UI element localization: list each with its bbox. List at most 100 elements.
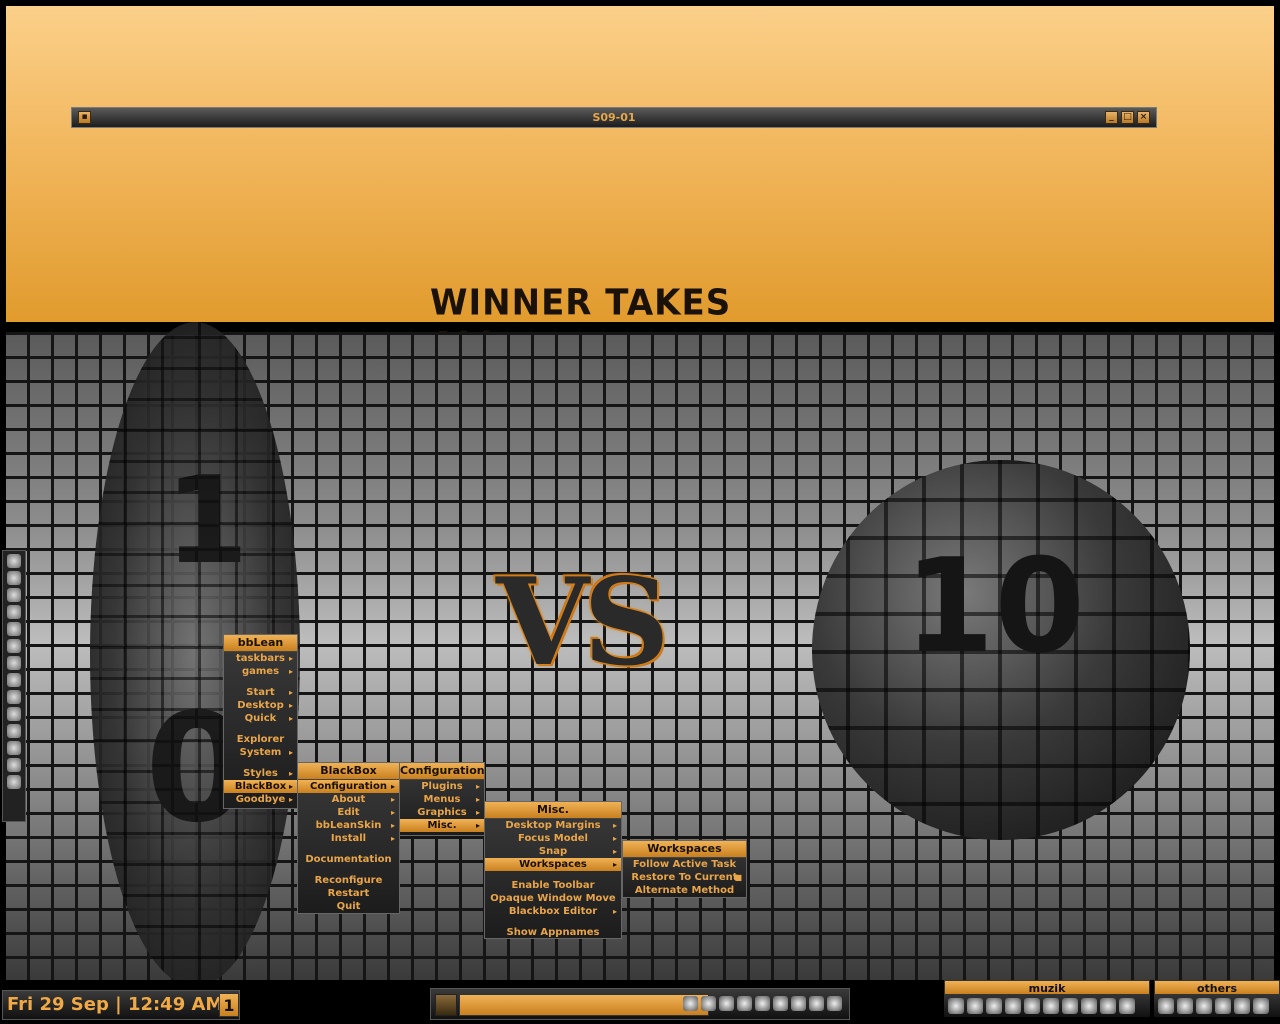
- spiral-icon[interactable]: [948, 998, 964, 1014]
- menu-item-focus-model[interactable]: Focus Model ▸: [485, 832, 621, 845]
- smiley-icon[interactable]: [719, 996, 734, 1011]
- bike-icon[interactable]: [1024, 998, 1040, 1014]
- blackbox-menu: BlackBox Configuration ▸ About ▸ Edit ▸ bbLeanS…: [297, 762, 400, 914]
- sound-icon[interactable]: [827, 996, 842, 1011]
- menu-item-install[interactable]: Install ▸: [298, 832, 399, 845]
- menu-separator: [224, 678, 297, 686]
- menu-item-taskbars[interactable]: taskbars ▸: [224, 652, 297, 665]
- clipboard-icon[interactable]: [1196, 998, 1212, 1014]
- music-icon[interactable]: [7, 622, 21, 636]
- submenu-arrow-icon: ▸: [390, 808, 395, 817]
- disc-icon[interactable]: [7, 741, 21, 755]
- menu-item-games[interactable]: games ▸: [224, 665, 297, 678]
- archive-icon[interactable]: [7, 673, 21, 687]
- menu-item-label: Explorer: [236, 734, 285, 745]
- dot-icon[interactable]: [1005, 998, 1021, 1014]
- menu-item-documentation[interactable]: Documentation: [298, 853, 399, 866]
- smiley-icon[interactable]: [7, 775, 21, 789]
- window-title: S09-01: [592, 111, 636, 124]
- notepad-icon[interactable]: [1253, 998, 1269, 1014]
- menu-item-desktop-margins[interactable]: Desktop Margins ▸: [485, 819, 621, 832]
- network-icon[interactable]: [773, 996, 788, 1011]
- menu-item-misc[interactable]: Misc. ▸: [400, 819, 484, 832]
- menu-item-styles[interactable]: Styles ▸: [224, 767, 297, 780]
- wallpaper-vs: VS: [496, 552, 670, 693]
- globe-icon[interactable]: [1234, 998, 1250, 1014]
- scissors-icon[interactable]: [1177, 998, 1193, 1014]
- menu-item-workspaces[interactable]: Workspaces ▸: [485, 858, 621, 871]
- star-icon[interactable]: [7, 758, 21, 772]
- menu-item-about[interactable]: About ▸: [298, 793, 399, 806]
- menu-item-snap[interactable]: Snap ▸: [485, 845, 621, 858]
- globe-icon[interactable]: [683, 996, 698, 1011]
- menu-item-graphics[interactable]: Graphics ▸: [400, 806, 484, 819]
- menu-item-label: Desktop: [237, 700, 284, 711]
- window-icon[interactable]: [1081, 998, 1097, 1014]
- submenu-arrow-icon: ▸: [475, 821, 480, 830]
- skull-icon[interactable]: [986, 998, 1002, 1014]
- save-icon[interactable]: [737, 996, 752, 1011]
- menu-item-bbleanskin[interactable]: bbLeanSkin ▸: [298, 819, 399, 832]
- power-icon[interactable]: [809, 996, 824, 1011]
- close-button[interactable]: ×: [1137, 111, 1150, 124]
- menu-item-reconfigure[interactable]: Reconfigure: [298, 874, 399, 887]
- headphones-icon[interactable]: [7, 724, 21, 738]
- menu-item-configuration[interactable]: Configuration ▸: [298, 780, 399, 793]
- chat-icon[interactable]: [7, 639, 21, 653]
- menu-item-label: Workspaces: [519, 859, 587, 870]
- menu-item-plugins[interactable]: Plugins ▸: [400, 780, 484, 793]
- menu-item-label: taskbars: [236, 653, 285, 664]
- menu-item-alternate-method[interactable]: Alternate Method: [623, 884, 746, 897]
- menu-item-blackbox[interactable]: BlackBox ▸: [224, 780, 297, 793]
- eye-icon-2[interactable]: [1119, 998, 1135, 1014]
- film-icon[interactable]: [7, 605, 21, 619]
- eye-icon[interactable]: [1100, 998, 1116, 1014]
- paint-icon[interactable]: [1215, 998, 1231, 1014]
- menu-item-label: bbLeanSkin: [315, 820, 382, 831]
- alien-head-icon[interactable]: [1158, 998, 1174, 1014]
- menu-item-restart[interactable]: Restart: [298, 887, 399, 900]
- monitor-icon[interactable]: [755, 996, 770, 1011]
- settings-icon[interactable]: [1043, 998, 1059, 1014]
- document-icon[interactable]: [7, 656, 21, 670]
- menu-item-quick[interactable]: Quick ▸: [224, 712, 297, 725]
- clock-label[interactable]: Fri 29 Sep | 12:49 AM: [2, 990, 240, 1020]
- globe-icon[interactable]: [7, 588, 21, 602]
- wallpaper-gradient: [6, 6, 1274, 322]
- maximize-button[interactable]: □: [1121, 111, 1134, 124]
- menu-item-opaque-window-move[interactable]: Opaque Window Move: [485, 892, 621, 905]
- menu-item-start[interactable]: Start ▸: [224, 686, 297, 699]
- menu-separator: [298, 845, 399, 853]
- submenu-arrow-icon: ▸: [390, 782, 395, 791]
- menu-item-label: Quit: [336, 901, 361, 912]
- submenu-arrow-icon: ▸: [612, 907, 617, 916]
- menu-item-goodbye[interactable]: Goodbye ▸: [224, 793, 297, 806]
- menu-item-explorer[interactable]: Explorer: [224, 733, 297, 746]
- submenu-arrow-icon: ▸: [390, 795, 395, 804]
- alien-icon[interactable]: [701, 996, 716, 1011]
- app-icon-1[interactable]: [7, 554, 21, 568]
- workspace-number[interactable]: 1: [219, 993, 239, 1017]
- menu-item-menus[interactable]: Menus ▸: [400, 793, 484, 806]
- menu-item-system[interactable]: System ▸: [224, 746, 297, 759]
- menu-item-label: BlackBox: [234, 781, 287, 792]
- window-titlebar[interactable]: ▪ S09-01 _ □ ×: [71, 107, 1157, 128]
- play-icon[interactable]: [967, 998, 983, 1014]
- menu-item-quit[interactable]: Quit: [298, 900, 399, 913]
- menu-item-show-appnames[interactable]: Show Appnames: [485, 926, 621, 939]
- others-title: others: [1154, 980, 1280, 995]
- refresh-icon[interactable]: [7, 690, 21, 704]
- menu-item-follow-active-task[interactable]: Follow Active Task: [623, 858, 746, 871]
- menu-item-blackbox-editor[interactable]: Blackbox Editor ▸: [485, 905, 621, 918]
- task-app-icon[interactable]: [435, 994, 457, 1016]
- task-button[interactable]: [459, 994, 709, 1016]
- menu-item-enable-toolbar[interactable]: Enable Toolbar: [485, 879, 621, 892]
- menu-item-edit[interactable]: Edit ▸: [298, 806, 399, 819]
- menu-item-desktop[interactable]: Desktop ▸: [224, 699, 297, 712]
- volume-icon[interactable]: [791, 996, 806, 1011]
- menu-item-restore-to-current[interactable]: Restore To Current ■: [623, 871, 746, 884]
- search-icon[interactable]: [7, 571, 21, 585]
- minimize-button[interactable]: _: [1105, 111, 1118, 124]
- users-icon[interactable]: [7, 707, 21, 721]
- drum-icon[interactable]: [1062, 998, 1078, 1014]
